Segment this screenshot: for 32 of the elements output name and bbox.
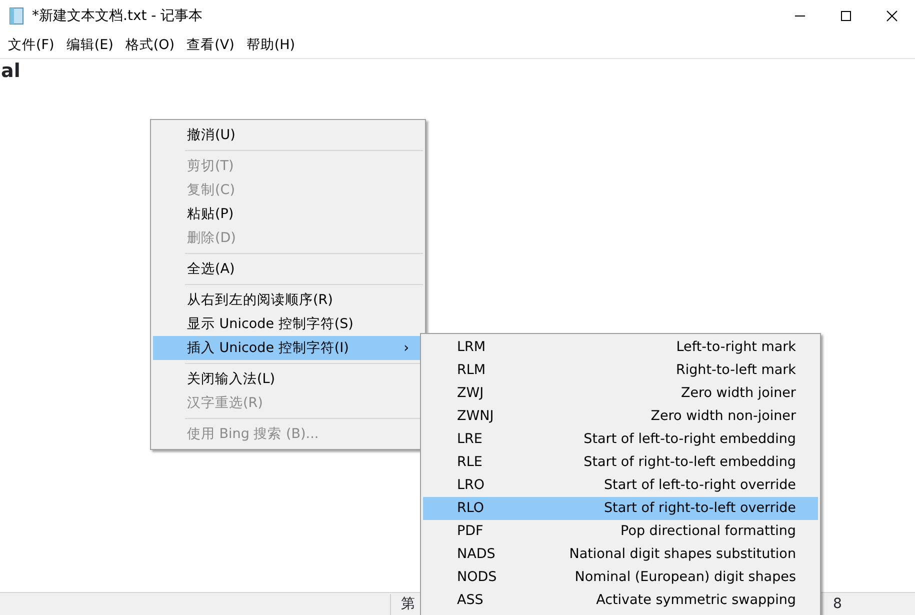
menu-item[interactable]: 全选(A) xyxy=(153,257,423,281)
menu-item[interactable]: ZWJ Zero width joiner xyxy=(423,382,818,405)
menu-item[interactable]: LRM Left-to-right mark xyxy=(423,336,818,359)
menu-item[interactable]: RLM Right-to-left mark xyxy=(423,359,818,382)
menu-item[interactable]: 插入 Unicode 控制字符(I) › xyxy=(153,336,423,360)
status-text: 第 xyxy=(390,594,415,614)
menu-item[interactable]: 粘贴(P) xyxy=(153,202,423,226)
menu-item[interactable]: NADS National digit shapes substitution xyxy=(423,543,818,566)
menu-item[interactable]: ASS Activate symmetric swapping xyxy=(423,589,818,612)
menu-item[interactable]: 显示 Unicode 控制字符(S) xyxy=(153,312,423,336)
close-icon xyxy=(886,10,898,22)
menu-item[interactable]: 格式(O) xyxy=(119,34,181,56)
menu-item[interactable]: 撤消(U) xyxy=(153,123,423,147)
menu-item[interactable]: LRE Start of left-to-right embedding xyxy=(423,428,818,451)
editor-text: al xyxy=(0,59,22,83)
menu-item[interactable]: NODS Nominal (European) digit shapes xyxy=(423,566,818,589)
menu-item[interactable]: 查看(V) xyxy=(180,34,240,56)
menu-item[interactable]: LRO Start of left-to-right override xyxy=(423,474,818,497)
menu-item[interactable]: PDF Pop directional formatting xyxy=(423,520,818,543)
menu-item[interactable]: RLO Start of right-to-left override xyxy=(423,497,818,520)
minimize-icon xyxy=(794,15,806,17)
menu-item[interactable]: ZWNJ Zero width non-joiner xyxy=(423,405,818,428)
status-text: 8 xyxy=(833,594,842,614)
menu-item[interactable]: 帮助(H) xyxy=(240,34,302,56)
menu-item[interactable]: 文件(F) xyxy=(2,34,60,56)
menu-item[interactable]: 关闭输入法(L) xyxy=(153,367,423,391)
menu-item[interactable]: 编辑(E) xyxy=(60,34,120,56)
notepad-icon xyxy=(8,7,26,25)
menu-item[interactable]: 从右到左的阅读顺序(R) xyxy=(153,288,423,312)
menu-item[interactable]: RLE Start of right-to-left embedding xyxy=(423,451,818,474)
maximize-icon xyxy=(840,10,852,22)
window-title: *新建文本文档.txt - 记事本 xyxy=(32,6,203,26)
